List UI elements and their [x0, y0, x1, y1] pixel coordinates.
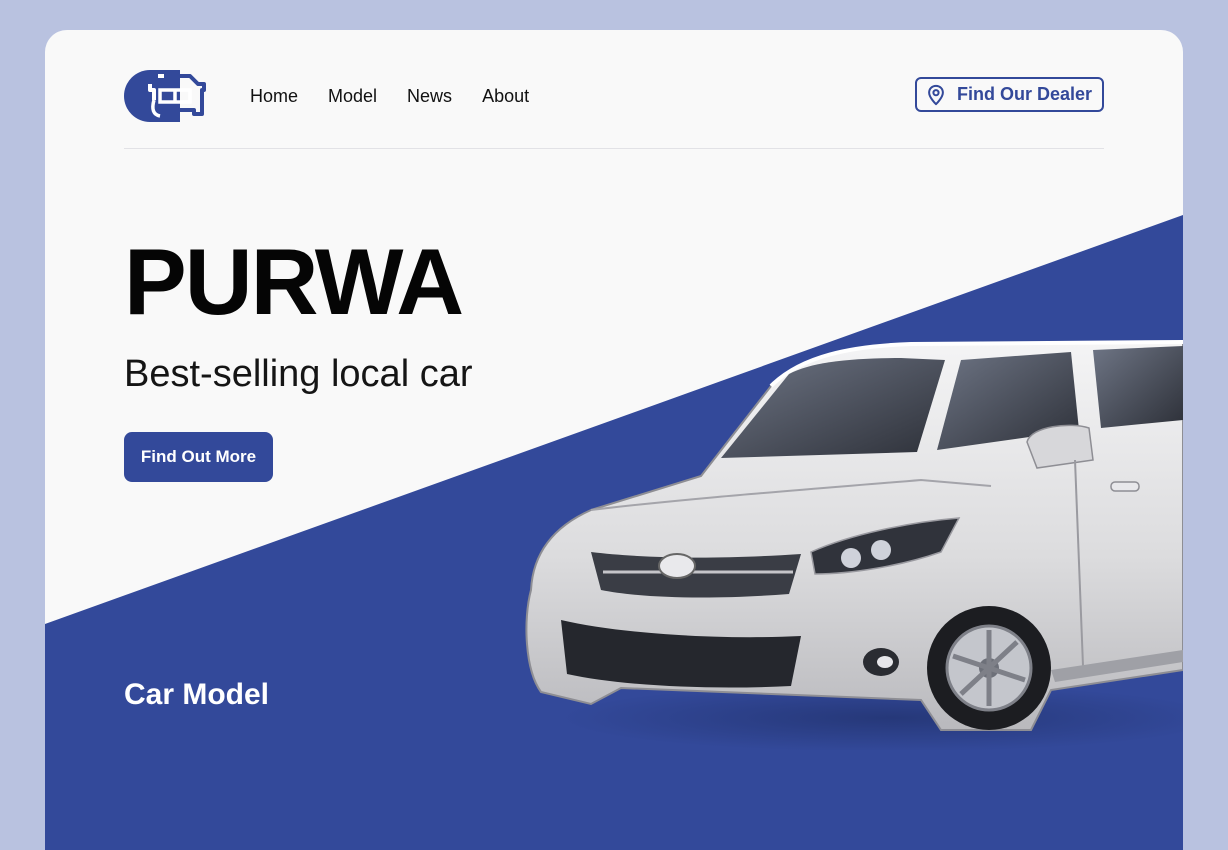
- nav-item-news[interactable]: News: [407, 86, 452, 107]
- nav-item-model[interactable]: Model: [328, 86, 377, 107]
- find-out-more-button[interactable]: Find Out More: [124, 432, 273, 482]
- page-card: Home Model News About Find Our Dealer PU…: [45, 30, 1183, 850]
- hero-subtitle: Best-selling local car: [124, 353, 473, 395]
- hero-title: PURWA: [124, 229, 464, 334]
- find-dealer-button[interactable]: Find Our Dealer: [914, 77, 1104, 112]
- site-header: Home Model News About Find Our Dealer: [124, 68, 1104, 124]
- hero-car-image: [525, 340, 1183, 750]
- location-pin-icon: [928, 84, 944, 105]
- car-model-section-title: Car Model: [124, 678, 270, 711]
- nav-item-about[interactable]: About: [482, 86, 529, 107]
- header-divider: [124, 148, 1104, 149]
- car-logo-icon[interactable]: [124, 70, 206, 122]
- nav-item-home[interactable]: Home: [250, 86, 298, 107]
- find-dealer-label: Find Our Dealer: [956, 84, 1092, 104]
- main-nav: Home Model News About: [250, 86, 529, 107]
